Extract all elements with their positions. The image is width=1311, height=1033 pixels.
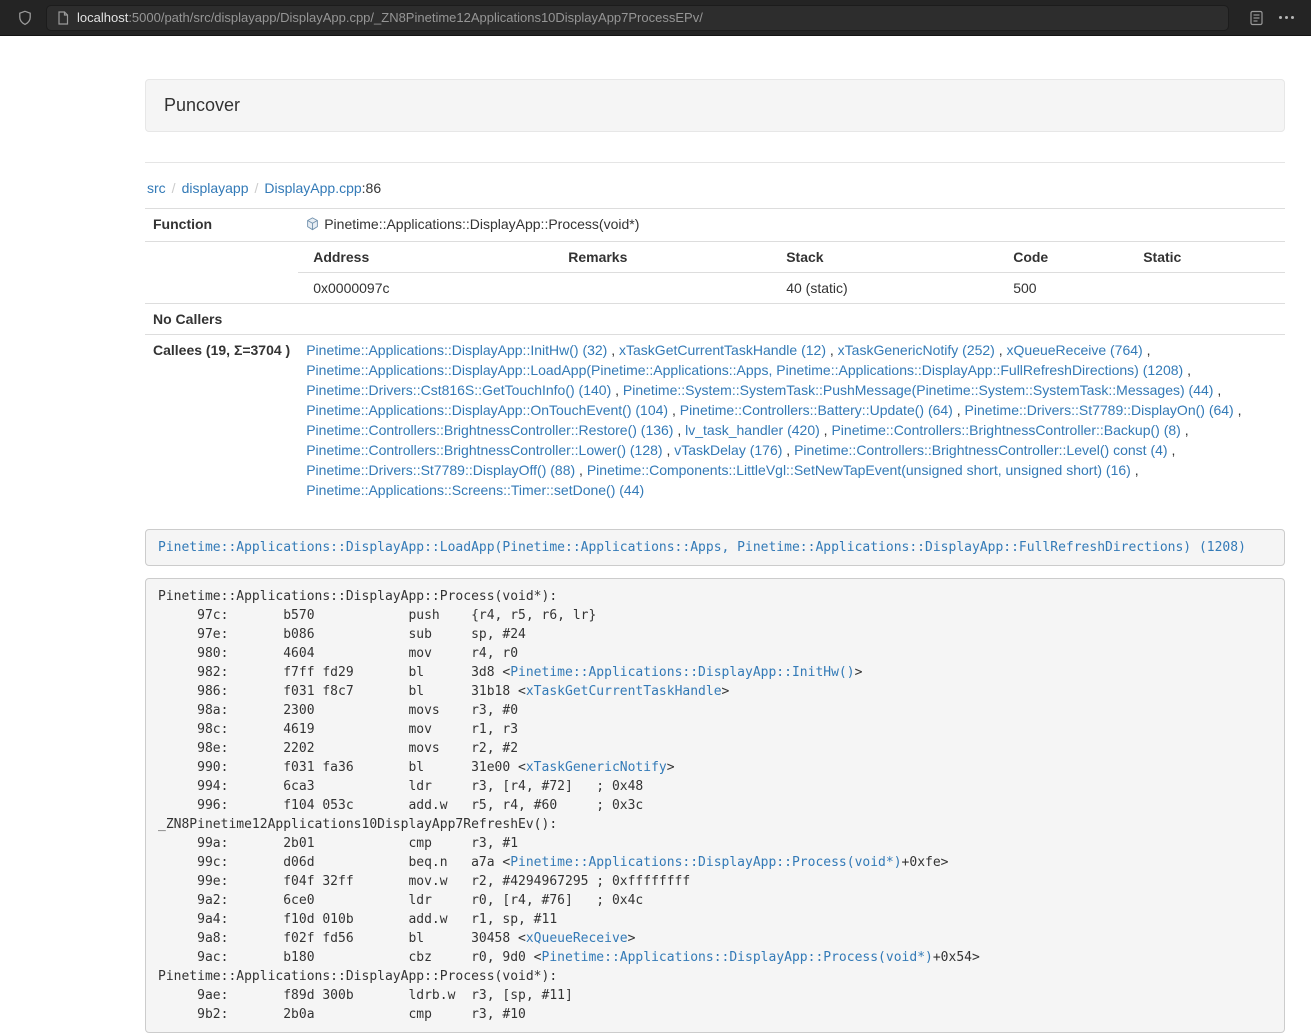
breadcrumb-separator: / — [166, 180, 182, 196]
callee-link[interactable]: xTaskGenericNotify (252) — [838, 342, 995, 358]
callees-cell: Pinetime::Applications::DisplayApp::Init… — [298, 335, 1285, 506]
app-header-panel: Puncover — [145, 79, 1285, 132]
assembly-symbol-link[interactable]: Pinetime::Applications::DisplayApp::Init… — [510, 665, 854, 680]
menu-dots-icon — [1279, 16, 1294, 19]
metrics-value — [553, 273, 771, 304]
reader-mode-button[interactable] — [1241, 4, 1271, 32]
callee-link[interactable]: Pinetime::Drivers::St7789::DisplayOff() … — [306, 462, 575, 478]
symbol-table: Function Pinetime::Applications::Display… — [145, 208, 1285, 505]
metrics-column-header: Static — [1128, 242, 1285, 273]
metrics-value: 0x0000097c — [298, 273, 553, 304]
breadcrumb: src/displayapp/DisplayApp.cpp:86 — [147, 180, 1285, 196]
metrics-table: AddressRemarksStackCodeStatic 0x0000097c… — [298, 242, 1285, 303]
callee-link[interactable]: Pinetime::System::SystemTask::PushMessag… — [623, 382, 1214, 398]
no-callers-label: No Callers — [145, 304, 298, 335]
callee-link[interactable]: xQueueReceive (764) — [1007, 342, 1143, 358]
shield-icon — [17, 10, 33, 26]
callee-link[interactable]: Pinetime::Drivers::Cst816S::GetTouchInfo… — [306, 382, 611, 398]
app-title: Puncover — [164, 95, 1266, 116]
assembly-symbol-link[interactable]: xQueueReceive — [526, 931, 628, 946]
breadcrumb-link[interactable]: src — [147, 180, 166, 196]
divider — [145, 162, 1285, 163]
cube-icon — [306, 216, 319, 236]
breadcrumb-separator: / — [249, 180, 265, 196]
metrics-value: 40 (static) — [771, 273, 998, 304]
menu-button[interactable] — [1271, 4, 1301, 32]
metrics-cell: AddressRemarksStackCodeStatic 0x0000097c… — [298, 242, 1285, 304]
callee-link[interactable]: Pinetime::Controllers::Battery::Update()… — [680, 402, 953, 418]
page-icon — [57, 11, 69, 25]
function-name-cell: Pinetime::Applications::DisplayApp::Proc… — [298, 209, 1285, 242]
page-content: Puncover src/displayapp/DisplayApp.cpp:8… — [145, 79, 1285, 1033]
breadcrumb-link[interactable]: DisplayApp.cpp — [264, 180, 361, 196]
function-row: Function Pinetime::Applications::Display… — [145, 209, 1285, 242]
callee-link[interactable]: vTaskDelay (176) — [674, 442, 782, 458]
address-bar[interactable]: localhost:5000/path/src/displayapp/Displ… — [46, 5, 1229, 31]
callee-link[interactable]: Pinetime::Controllers::BrightnessControl… — [306, 442, 662, 458]
no-callers-row: No Callers — [145, 304, 1285, 335]
metrics-value: 500 — [998, 273, 1128, 304]
reader-mode-icon — [1249, 10, 1264, 26]
callee-link[interactable]: Pinetime::Applications::Screens::Timer::… — [306, 482, 644, 498]
function-name: Pinetime::Applications::DisplayApp::Proc… — [324, 216, 639, 232]
callee-link[interactable]: Pinetime::Controllers::BrightnessControl… — [794, 442, 1167, 458]
callee-link[interactable]: Pinetime::Controllers::BrightnessControl… — [306, 422, 673, 438]
no-callers-cell — [298, 304, 1285, 335]
callees-label: Callees (19, Σ=3704 ) — [145, 335, 298, 506]
callee-link[interactable]: Pinetime::Applications::DisplayApp::Init… — [306, 342, 607, 358]
metrics-column-header: Remarks — [553, 242, 771, 273]
callees-row: Callees (19, Σ=3704 ) Pinetime::Applicat… — [145, 335, 1285, 506]
callee-link[interactable]: Pinetime::Controllers::BrightnessControl… — [831, 422, 1180, 438]
metrics-column-header: Address — [298, 242, 553, 273]
callee-link[interactable]: Pinetime::Applications::DisplayApp::Load… — [306, 362, 1183, 378]
highlighted-callee-block: Pinetime::Applications::DisplayApp::Load… — [145, 529, 1285, 566]
callee-link[interactable]: Pinetime::Components::LittleVgl::SetNewT… — [587, 462, 1131, 478]
metrics-row: AddressRemarksStackCodeStatic 0x0000097c… — [145, 242, 1285, 304]
metrics-column-header: Stack — [771, 242, 998, 273]
breadcrumb-line-number: :86 — [362, 180, 381, 196]
url-path: :5000/path/src/displayapp/DisplayApp.cpp… — [128, 10, 703, 25]
callee-link[interactable]: xTaskGetCurrentTaskHandle (12) — [619, 342, 826, 358]
assembly-symbol-link[interactable]: xTaskGenericNotify — [526, 760, 667, 775]
breadcrumb-link[interactable]: displayapp — [182, 180, 249, 196]
browser-toolbar: localhost:5000/path/src/displayapp/Displ… — [0, 0, 1311, 36]
highlighted-callee-link[interactable]: Pinetime::Applications::DisplayApp::Load… — [158, 540, 1246, 555]
url-host: localhost — [77, 10, 128, 25]
callee-link[interactable]: Pinetime::Applications::DisplayApp::OnTo… — [306, 402, 668, 418]
metrics-row-spacer — [145, 242, 298, 304]
metrics-header-row: AddressRemarksStackCodeStatic — [298, 242, 1285, 273]
assembly-code: Pinetime::Applications::DisplayApp::Proc… — [145, 578, 1285, 1033]
callee-link[interactable]: lv_task_handler (420) — [685, 422, 820, 438]
metrics-value — [1128, 273, 1285, 304]
metrics-value-row: 0x0000097c 40 (static)500 — [298, 273, 1285, 304]
function-row-label: Function — [145, 209, 298, 242]
assembly-symbol-link[interactable]: xTaskGetCurrentTaskHandle — [526, 684, 722, 699]
metrics-column-header: Code — [998, 242, 1128, 273]
callee-link[interactable]: Pinetime::Drivers::St7789::DisplayOn() (… — [965, 402, 1234, 418]
assembly-symbol-link[interactable]: Pinetime::Applications::DisplayApp::Proc… — [542, 950, 933, 965]
security-shield-button[interactable] — [10, 4, 40, 32]
assembly-symbol-link[interactable]: Pinetime::Applications::DisplayApp::Proc… — [510, 855, 901, 870]
